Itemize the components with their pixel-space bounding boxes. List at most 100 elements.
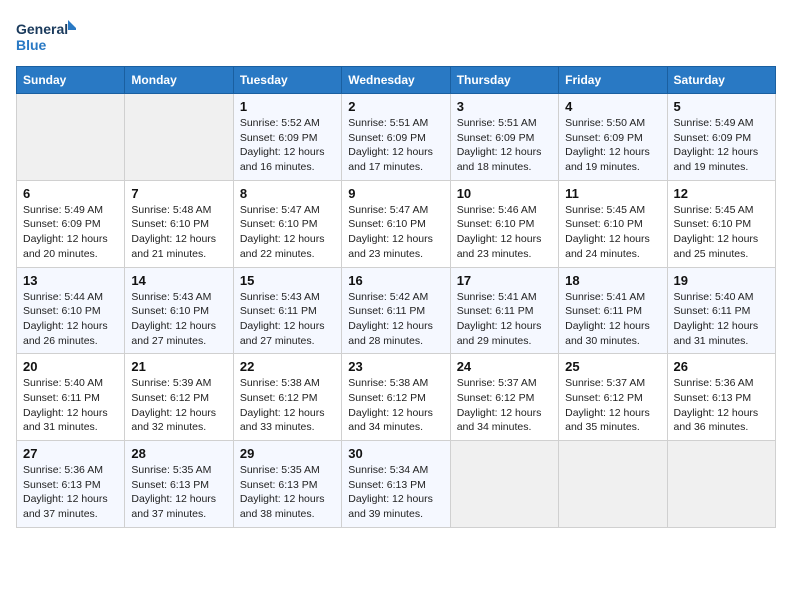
day-number: 10 bbox=[457, 186, 552, 201]
day-number: 9 bbox=[348, 186, 443, 201]
calendar-cell: 13 Sunrise: 5:44 AMSunset: 6:10 PMDayligh… bbox=[17, 267, 125, 354]
day-info: Sunrise: 5:46 AMSunset: 6:10 PMDaylight:… bbox=[457, 203, 552, 262]
header: General Blue bbox=[16, 16, 776, 56]
day-info: Sunrise: 5:37 AMSunset: 6:12 PMDaylight:… bbox=[457, 376, 552, 435]
day-number: 14 bbox=[131, 273, 226, 288]
calendar-body: 1Sunrise: 5:52 AMSunset: 6:09 PMDaylight… bbox=[17, 94, 776, 528]
day-info: Sunrise: 5:40 AMSunset: 6:11 PMDaylight:… bbox=[674, 290, 769, 349]
calendar-cell: 21 Sunrise: 5:39 AMSunset: 6:12 PMDayligh… bbox=[125, 354, 233, 441]
day-info: Sunrise: 5:35 AMSunset: 6:13 PMDaylight:… bbox=[240, 463, 335, 522]
day-number: 27 bbox=[23, 446, 118, 461]
calendar-cell: 10 Sunrise: 5:46 AMSunset: 6:10 PMDayligh… bbox=[450, 180, 558, 267]
logo-svg: General Blue bbox=[16, 16, 76, 56]
day-number: 4 bbox=[565, 99, 660, 114]
calendar-cell: 17 Sunrise: 5:41 AMSunset: 6:11 PMDayligh… bbox=[450, 267, 558, 354]
header-wednesday: Wednesday bbox=[342, 67, 450, 94]
day-info: Sunrise: 5:36 AMSunset: 6:13 PMDaylight:… bbox=[674, 376, 769, 435]
calendar-cell: 11 Sunrise: 5:45 AMSunset: 6:10 PMDayligh… bbox=[559, 180, 667, 267]
calendar-cell: 2 Sunrise: 5:51 AMSunset: 6:09 PMDaylight… bbox=[342, 94, 450, 181]
day-info: Sunrise: 5:48 AMSunset: 6:10 PMDaylight:… bbox=[131, 203, 226, 262]
day-info: Sunrise: 5:51 AMSunset: 6:09 PMDaylight:… bbox=[348, 116, 443, 175]
day-number: 12 bbox=[674, 186, 769, 201]
calendar-cell: 16 Sunrise: 5:42 AMSunset: 6:11 PMDayligh… bbox=[342, 267, 450, 354]
day-number: 15 bbox=[240, 273, 335, 288]
week-row-4: 27 Sunrise: 5:36 AMSunset: 6:13 PMDayligh… bbox=[17, 441, 776, 528]
day-number: 13 bbox=[23, 273, 118, 288]
day-info: Sunrise: 5:43 AMSunset: 6:11 PMDaylight:… bbox=[240, 290, 335, 349]
day-info: Sunrise: 5:51 AMSunset: 6:09 PMDaylight:… bbox=[457, 116, 552, 175]
day-number: 25 bbox=[565, 359, 660, 374]
day-info: Sunrise: 5:37 AMSunset: 6:12 PMDaylight:… bbox=[565, 376, 660, 435]
day-number: 22 bbox=[240, 359, 335, 374]
day-number: 18 bbox=[565, 273, 660, 288]
day-info: Sunrise: 5:41 AMSunset: 6:11 PMDaylight:… bbox=[457, 290, 552, 349]
calendar-cell bbox=[667, 441, 775, 528]
svg-text:General: General bbox=[16, 21, 68, 37]
day-number: 7 bbox=[131, 186, 226, 201]
header-monday: Monday bbox=[125, 67, 233, 94]
calendar-cell: 27 Sunrise: 5:36 AMSunset: 6:13 PMDayligh… bbox=[17, 441, 125, 528]
day-number: 29 bbox=[240, 446, 335, 461]
calendar-cell: 8 Sunrise: 5:47 AMSunset: 6:10 PMDaylight… bbox=[233, 180, 341, 267]
header-row: SundayMondayTuesdayWednesdayThursdayFrid… bbox=[17, 67, 776, 94]
calendar-cell: 30Sunrise: 5:34 AMSunset: 6:13 PMDayligh… bbox=[342, 441, 450, 528]
day-number: 17 bbox=[457, 273, 552, 288]
day-info: Sunrise: 5:38 AMSunset: 6:12 PMDaylight:… bbox=[240, 376, 335, 435]
header-sunday: Sunday bbox=[17, 67, 125, 94]
day-info: Sunrise: 5:42 AMSunset: 6:11 PMDaylight:… bbox=[348, 290, 443, 349]
svg-text:Blue: Blue bbox=[16, 37, 47, 53]
day-info: Sunrise: 5:36 AMSunset: 6:13 PMDaylight:… bbox=[23, 463, 118, 522]
calendar-cell: 25 Sunrise: 5:37 AMSunset: 6:12 PMDayligh… bbox=[559, 354, 667, 441]
day-number: 6 bbox=[23, 186, 118, 201]
calendar-cell: 6 Sunrise: 5:49 AMSunset: 6:09 PMDaylight… bbox=[17, 180, 125, 267]
day-info: Sunrise: 5:39 AMSunset: 6:12 PMDaylight:… bbox=[131, 376, 226, 435]
calendar-cell: 24 Sunrise: 5:37 AMSunset: 6:12 PMDayligh… bbox=[450, 354, 558, 441]
logo: General Blue bbox=[16, 16, 76, 56]
week-row-1: 6 Sunrise: 5:49 AMSunset: 6:09 PMDaylight… bbox=[17, 180, 776, 267]
day-number: 21 bbox=[131, 359, 226, 374]
day-number: 3 bbox=[457, 99, 552, 114]
day-info: Sunrise: 5:43 AMSunset: 6:10 PMDaylight:… bbox=[131, 290, 226, 349]
day-info: Sunrise: 5:35 AMSunset: 6:13 PMDaylight:… bbox=[131, 463, 226, 522]
day-number: 2 bbox=[348, 99, 443, 114]
calendar-cell bbox=[125, 94, 233, 181]
day-info: Sunrise: 5:45 AMSunset: 6:10 PMDaylight:… bbox=[674, 203, 769, 262]
calendar-header: SundayMondayTuesdayWednesdayThursdayFrid… bbox=[17, 67, 776, 94]
day-info: Sunrise: 5:40 AMSunset: 6:11 PMDaylight:… bbox=[23, 376, 118, 435]
day-info: Sunrise: 5:47 AMSunset: 6:10 PMDaylight:… bbox=[240, 203, 335, 262]
day-number: 1 bbox=[240, 99, 335, 114]
calendar-cell: 18 Sunrise: 5:41 AMSunset: 6:11 PMDayligh… bbox=[559, 267, 667, 354]
calendar-cell: 9Sunrise: 5:47 AMSunset: 6:10 PMDaylight… bbox=[342, 180, 450, 267]
calendar-cell: 28Sunrise: 5:35 AMSunset: 6:13 PMDayligh… bbox=[125, 441, 233, 528]
day-number: 24 bbox=[457, 359, 552, 374]
calendar-cell: 19 Sunrise: 5:40 AMSunset: 6:11 PMDayligh… bbox=[667, 267, 775, 354]
day-number: 11 bbox=[565, 186, 660, 201]
calendar-cell: 14 Sunrise: 5:43 AMSunset: 6:10 PMDayligh… bbox=[125, 267, 233, 354]
calendar-cell: 12 Sunrise: 5:45 AMSunset: 6:10 PMDayligh… bbox=[667, 180, 775, 267]
calendar-cell: 4 Sunrise: 5:50 AMSunset: 6:09 PMDaylight… bbox=[559, 94, 667, 181]
calendar-cell: 29 Sunrise: 5:35 AMSunset: 6:13 PMDayligh… bbox=[233, 441, 341, 528]
header-saturday: Saturday bbox=[667, 67, 775, 94]
day-info: Sunrise: 5:49 AMSunset: 6:09 PMDaylight:… bbox=[23, 203, 118, 262]
day-info: Sunrise: 5:50 AMSunset: 6:09 PMDaylight:… bbox=[565, 116, 660, 175]
calendar-cell: 15 Sunrise: 5:43 AMSunset: 6:11 PMDayligh… bbox=[233, 267, 341, 354]
day-info: Sunrise: 5:45 AMSunset: 6:10 PMDaylight:… bbox=[565, 203, 660, 262]
day-number: 19 bbox=[674, 273, 769, 288]
week-row-3: 20Sunrise: 5:40 AMSunset: 6:11 PMDayligh… bbox=[17, 354, 776, 441]
calendar-cell: 22 Sunrise: 5:38 AMSunset: 6:12 PMDayligh… bbox=[233, 354, 341, 441]
calendar-cell bbox=[559, 441, 667, 528]
calendar-cell: 7 Sunrise: 5:48 AMSunset: 6:10 PMDaylight… bbox=[125, 180, 233, 267]
day-info: Sunrise: 5:41 AMSunset: 6:11 PMDaylight:… bbox=[565, 290, 660, 349]
day-info: Sunrise: 5:38 AMSunset: 6:12 PMDaylight:… bbox=[348, 376, 443, 435]
day-number: 5 bbox=[674, 99, 769, 114]
week-row-0: 1Sunrise: 5:52 AMSunset: 6:09 PMDaylight… bbox=[17, 94, 776, 181]
calendar-cell: 3 Sunrise: 5:51 AMSunset: 6:09 PMDaylight… bbox=[450, 94, 558, 181]
header-thursday: Thursday bbox=[450, 67, 558, 94]
header-tuesday: Tuesday bbox=[233, 67, 341, 94]
day-number: 16 bbox=[348, 273, 443, 288]
calendar-cell: 26Sunrise: 5:36 AMSunset: 6:13 PMDayligh… bbox=[667, 354, 775, 441]
day-number: 8 bbox=[240, 186, 335, 201]
calendar-table: SundayMondayTuesdayWednesdayThursdayFrid… bbox=[16, 66, 776, 528]
week-row-2: 13 Sunrise: 5:44 AMSunset: 6:10 PMDayligh… bbox=[17, 267, 776, 354]
day-info: Sunrise: 5:44 AMSunset: 6:10 PMDaylight:… bbox=[23, 290, 118, 349]
